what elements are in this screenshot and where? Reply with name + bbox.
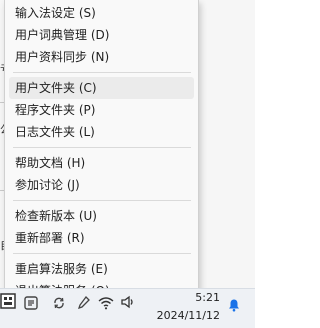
menu-item-label: 帮助文档 (H) <box>15 156 86 170</box>
menu-item-user-dictionary[interactable]: 用户词典管理 (D) <box>9 24 194 46</box>
menu-separator <box>13 253 191 254</box>
menu-item-label: 用户词典管理 (D) <box>15 28 110 42</box>
menu-item-check-update[interactable]: 检查新版本 (U) <box>9 205 194 227</box>
taskbar: 5:21 2024/11/12 <box>0 288 255 328</box>
menu-item-label: 参加讨论 (J) <box>15 178 80 192</box>
menu-separator <box>13 72 191 73</box>
clock-time: 5:21 <box>195 291 220 304</box>
menu-separator <box>13 147 191 148</box>
menu-item-log-folder[interactable]: 日志文件夹 (L) <box>9 121 194 143</box>
menu-item-redeploy[interactable]: 重新部署 (R) <box>9 227 194 249</box>
pen-icon[interactable] <box>77 295 90 310</box>
menu-item-restart-service[interactable]: 重启算法服务 (E) <box>9 258 194 280</box>
menu-item-ime-settings[interactable]: 输入法设定 (S) <box>9 2 194 24</box>
wifi-icon[interactable] <box>98 295 114 310</box>
menu-item-label: 程序文件夹 (P) <box>15 103 96 117</box>
menu-item-label: 重启算法服务 (E) <box>15 262 108 276</box>
sync-icon[interactable] <box>52 295 66 309</box>
system-clock[interactable]: 5:21 2024/11/12 <box>150 291 220 323</box>
menu-separator <box>13 200 191 201</box>
menu-item-label: 日志文件夹 (L) <box>15 125 95 139</box>
menu-item-label: 重新部署 (R) <box>15 231 85 245</box>
menu-item-user-data-sync[interactable]: 用户资料同步 (N) <box>9 46 194 68</box>
notification-bell-icon[interactable] <box>227 297 241 312</box>
app-icon[interactable] <box>0 293 16 309</box>
menu-item-label: 用户资料同步 (N) <box>15 50 110 64</box>
menu-item-help-docs[interactable]: 帮助文档 (H) <box>9 152 194 174</box>
menu-item-label: 用户文件夹 (C) <box>15 81 97 95</box>
menu-item-label: 输入法设定 (S) <box>15 6 96 20</box>
menu-item-user-folder[interactable]: 用户文件夹 (C) <box>9 77 194 99</box>
ime-context-menu: 输入法设定 (S) 用户词典管理 (D) 用户资料同步 (N) 用户文件夹 (C… <box>4 0 199 304</box>
input-method-icon[interactable] <box>24 295 38 310</box>
volume-icon[interactable] <box>120 294 136 310</box>
menu-item-label: 检查新版本 (U) <box>15 209 97 223</box>
clock-date: 2024/11/12 <box>156 309 220 322</box>
menu-item-program-folder[interactable]: 程序文件夹 (P) <box>9 99 194 121</box>
menu-item-join-discussion[interactable]: 参加讨论 (J) <box>9 174 194 196</box>
